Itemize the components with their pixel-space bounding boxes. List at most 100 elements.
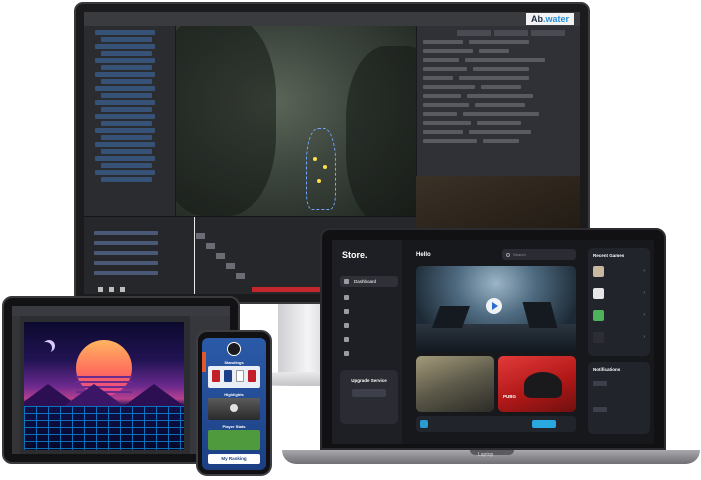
sidebar-item[interactable] (340, 334, 398, 345)
inspector-tab[interactable] (457, 30, 491, 36)
hierarchy-row[interactable] (101, 79, 152, 84)
upgrade-button[interactable] (352, 389, 386, 397)
inspector-tab[interactable] (494, 30, 528, 36)
promo-button[interactable] (532, 420, 556, 428)
chevron-right-icon[interactable]: › (643, 312, 645, 318)
bone-joint-marker[interactable] (323, 165, 327, 169)
brand-logo-b: .water (542, 14, 569, 24)
hierarchy-row[interactable] (95, 86, 155, 91)
inspector-property-row[interactable] (423, 130, 574, 135)
sidebar-item[interactable] (340, 306, 398, 317)
inspector-property-row[interactable] (423, 112, 574, 117)
my-ranking-button[interactable]: My Ranking (208, 454, 260, 464)
timeline-playhead[interactable] (194, 217, 195, 294)
hierarchy-row[interactable] (95, 156, 155, 161)
timeline-track-label[interactable] (94, 261, 158, 265)
editor-menubar: Ab.water (84, 12, 580, 26)
standings-card[interactable] (208, 366, 260, 388)
recent-game-item[interactable]: › (593, 330, 645, 344)
featured-video[interactable] (416, 266, 576, 352)
hierarchy-row[interactable] (101, 163, 152, 168)
mountain-shape (64, 384, 124, 406)
timeline-track-label[interactable] (94, 251, 158, 255)
play-icon[interactable] (109, 286, 114, 292)
hierarchy-row[interactable] (95, 100, 155, 105)
play-button-icon[interactable] (486, 298, 502, 314)
timeline-keyframe[interactable] (236, 273, 245, 279)
inspector-property-row[interactable] (423, 67, 574, 72)
hierarchy-row[interactable] (95, 114, 155, 119)
timeline-track-label[interactable] (94, 241, 158, 245)
hierarchy-row[interactable] (101, 65, 152, 70)
sidebar-item-dashboard[interactable]: Dashboard (340, 276, 398, 287)
store-dashboard: Store. Dashboard Upgrade Service Hello S… (332, 240, 654, 444)
timeline-track-label[interactable] (94, 231, 158, 235)
inspector-property-row[interactable] (423, 49, 574, 54)
hierarchy-row[interactable] (95, 44, 155, 49)
artwork-canvas[interactable] (24, 322, 184, 450)
hierarchy-row[interactable] (101, 107, 152, 112)
device-mockup-scene: Ab.water Store. Dashboard Upgrade Servic… (0, 0, 701, 480)
notification-action[interactable] (593, 381, 607, 386)
forward-icon[interactable] (120, 286, 125, 292)
nav-icon (344, 351, 349, 356)
inspector-property-row[interactable] (423, 85, 574, 90)
sidebar-item[interactable] (340, 292, 398, 303)
notification-action[interactable] (593, 407, 607, 412)
scene-viewport[interactable] (176, 26, 416, 216)
hierarchy-row[interactable] (95, 170, 155, 175)
hierarchy-row[interactable] (95, 72, 155, 77)
chevron-right-icon[interactable]: › (643, 290, 645, 296)
bone-joint-marker[interactable] (317, 179, 321, 183)
inspector-property-row[interactable] (423, 94, 574, 99)
store-main: Hello Search PUBG (406, 240, 582, 444)
timeline-keyframe[interactable] (206, 243, 215, 249)
inspector-tab[interactable] (531, 30, 565, 36)
inspector-property-row[interactable] (423, 58, 574, 63)
rigged-character-outline[interactable] (306, 128, 336, 210)
recent-game-item[interactable]: › (593, 286, 645, 300)
game-card-pubg[interactable]: PUBG (498, 356, 576, 412)
hierarchy-row[interactable] (101, 37, 152, 42)
hierarchy-row[interactable] (95, 128, 155, 133)
recent-games-panel: Recent Games › › › › (588, 248, 650, 356)
timeline-keyframe[interactable] (196, 233, 205, 239)
inspector-tabs[interactable] (457, 30, 565, 36)
tool-palette[interactable] (12, 316, 20, 454)
hierarchy-row[interactable] (101, 51, 152, 56)
notification-item[interactable] (593, 404, 645, 412)
hierarchy-row[interactable] (101, 177, 152, 182)
hierarchy-row[interactable] (101, 93, 152, 98)
inspector-property-row[interactable] (423, 121, 574, 126)
recent-game-item[interactable]: › (593, 308, 645, 322)
notification-item[interactable] (593, 378, 645, 386)
editor-toolbar[interactable] (12, 306, 230, 316)
hierarchy-row[interactable] (95, 142, 155, 147)
hierarchy-row[interactable] (95, 58, 155, 63)
rewind-icon[interactable] (98, 286, 103, 292)
inspector-property-row[interactable] (423, 40, 574, 45)
chevron-right-icon[interactable]: › (643, 268, 645, 274)
hierarchy-row[interactable] (101, 121, 152, 126)
player-stats-card[interactable] (208, 430, 260, 450)
sidebar-item[interactable] (340, 348, 398, 359)
hierarchy-row[interactable] (101, 149, 152, 154)
scene-hierarchy-panel[interactable] (84, 26, 176, 216)
bone-joint-marker[interactable] (313, 157, 317, 161)
timeline-keyframe[interactable] (216, 253, 225, 259)
highlights-video[interactable] (208, 398, 260, 420)
game-card[interactable] (416, 356, 494, 412)
hierarchy-row[interactable] (101, 135, 152, 140)
recent-game-item[interactable]: › (593, 264, 645, 278)
inspector-property-row[interactable] (423, 76, 574, 81)
inspector-property-row[interactable] (423, 139, 574, 144)
inspector-panel[interactable] (416, 26, 580, 176)
inspector-property-row[interactable] (423, 103, 574, 108)
sidebar-item[interactable] (340, 320, 398, 331)
timeline-keyframe[interactable] (226, 263, 235, 269)
timeline-track-label[interactable] (94, 271, 158, 275)
playback-controls[interactable] (98, 285, 238, 293)
hierarchy-row[interactable] (95, 30, 155, 35)
chevron-right-icon[interactable]: › (643, 334, 645, 340)
search-input[interactable]: Search (502, 249, 576, 260)
